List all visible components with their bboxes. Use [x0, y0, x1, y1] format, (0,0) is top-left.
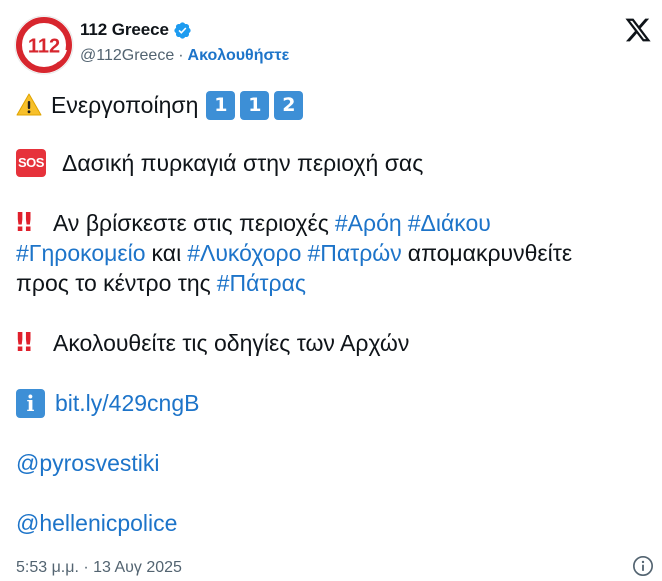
instructions-text: Ακολουθείτε τις οδηγίες των Αρχών	[53, 330, 410, 356]
line-areas-3: προς το κέντρο της #Πάτρας	[16, 268, 652, 298]
sos-icon: SOS	[16, 149, 46, 177]
keycap-1-icon: 1	[240, 90, 270, 120]
handle[interactable]: @112Greece	[80, 47, 174, 65]
hashtag-patron[interactable]: #Πατρών	[307, 238, 401, 268]
display-name[interactable]: 112 Greece	[80, 20, 169, 40]
line-mention-2: @hellenicpolice	[16, 508, 652, 538]
separator-dot: ·	[178, 47, 184, 64]
line-fire: SOS Δασική πυρκαγιά στην περιοχή σας	[16, 148, 652, 178]
author-block: 112 Greece @112Greece · Ακολουθήστε	[80, 19, 289, 66]
mention-pyrosvestiki[interactable]: @pyrosvestiki	[16, 448, 160, 478]
hashtag-patras[interactable]: #Πάτρας	[217, 268, 306, 298]
avatar[interactable]: 112	[14, 15, 74, 75]
follow-button[interactable]: Ακολουθήστε	[188, 47, 290, 65]
hashtag-aroi[interactable]: #Αρόη	[335, 208, 402, 238]
line-instructions: ‼ Ακολουθείτε τις οδηγίες των Αρχών	[16, 328, 652, 358]
line-areas-1: ‼ Αν βρίσκεστε στις περιοχές #Αρόη #Διάκ…	[16, 208, 652, 238]
areas-suffix: προς το κέντρο της	[16, 270, 211, 296]
keycap-1-icon: 1	[206, 90, 236, 120]
double-exclamation-icon: ‼	[16, 328, 32, 358]
avatar-logo-icon: 112	[14, 15, 74, 75]
handle-row: @112Greece · Ακολουθήστε	[80, 46, 289, 66]
short-link[interactable]: bit.ly/429cngB	[55, 388, 199, 418]
hashtag-girokomeio[interactable]: #Γηροκομείο	[16, 238, 146, 268]
tweet-card: 112 112 Greece @112Greece · Ακολουθήστε	[0, 0, 662, 581]
x-logo-icon[interactable]	[624, 16, 652, 44]
information-icon: i	[16, 388, 45, 418]
activation-text: Ενεργοποίηση	[51, 92, 199, 118]
info-circle-icon[interactable]	[632, 555, 654, 577]
verified-badge-icon	[173, 21, 192, 40]
mention-hellenicpolice[interactable]: @hellenicpolice	[16, 508, 177, 538]
line-areas-2: #Γηροκομείο και #Λυκόχορο #Πατρών απομακ…	[16, 238, 652, 268]
line-link: i bit.ly/429cngB	[16, 388, 652, 418]
areas-prefix: Αν βρίσκεστε στις περιοχές	[53, 210, 329, 236]
line-mention-1: @pyrosvestiki	[16, 448, 652, 478]
keycap-2-icon: 2	[274, 90, 304, 120]
hashtag-diakou[interactable]: #Διάκου	[408, 208, 491, 238]
warning-icon	[16, 93, 42, 116]
line-activation: Ενεργοποίηση 1 1 2	[16, 88, 652, 122]
evacuate-word: απομακρυνθείτε	[407, 240, 573, 266]
double-exclamation-icon: ‼	[16, 208, 32, 238]
name-row: 112 Greece	[80, 19, 289, 41]
fire-text: Δασική πυρκαγιά στην περιοχή σας	[62, 150, 424, 176]
timestamp[interactable]: 5:53 μ.μ. · 13 Αυγ 2025	[16, 559, 182, 577]
hashtag-lykoxoro[interactable]: #Λυκόχορο	[187, 238, 301, 268]
tweet-text: Ενεργοποίηση 1 1 2 SOS Δασική πυρκαγιά σ…	[16, 88, 652, 538]
and-word: και	[151, 240, 182, 266]
avatar-text: 112	[28, 36, 60, 58]
